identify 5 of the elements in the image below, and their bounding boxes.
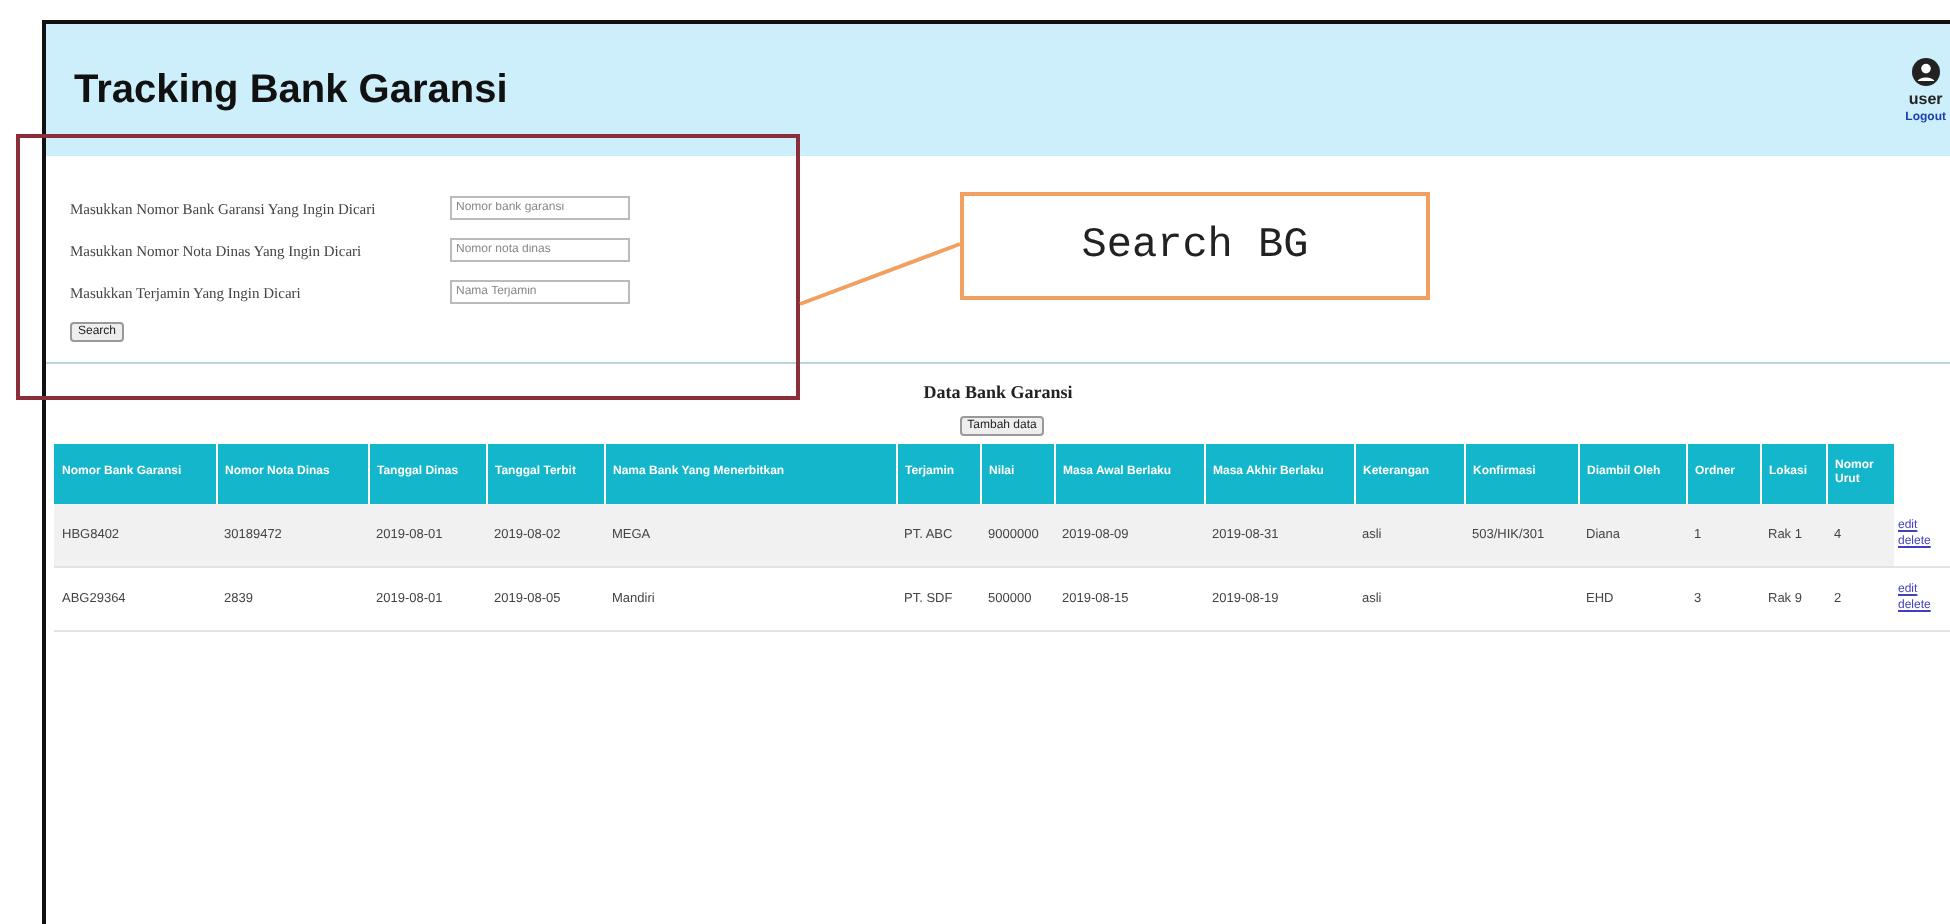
table-title: Data Bank Garansi [921,382,1075,402]
page-title: Tracking Bank Garansi [74,67,508,113]
callout-label: Search BG [960,192,1430,300]
user-avatar-icon[interactable] [1911,57,1940,85]
user-name: user [1908,89,1943,107]
